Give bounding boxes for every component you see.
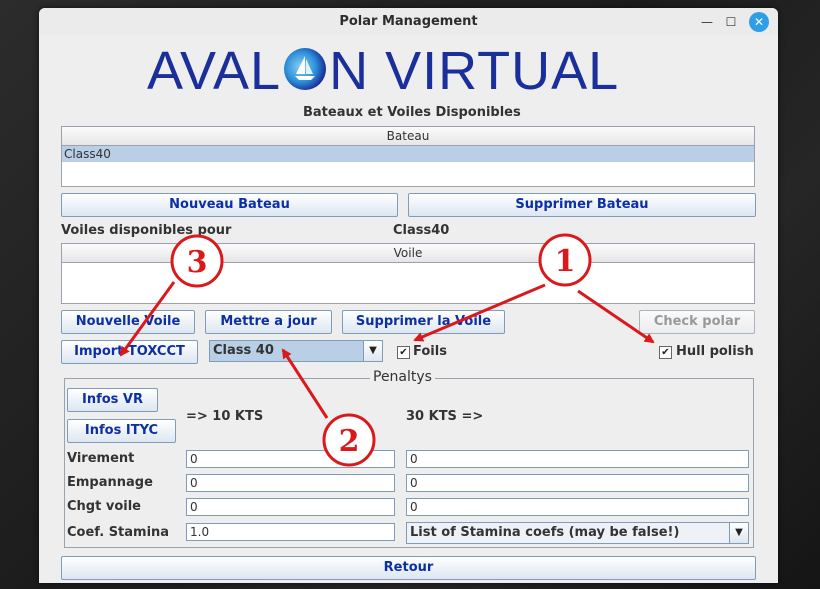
arrow-1-to-hull-polish bbox=[577, 289, 655, 344]
arrow-3-to-import bbox=[119, 281, 176, 357]
arrow-1-to-foils bbox=[413, 283, 546, 342]
marker-2-number: 2 bbox=[339, 424, 360, 459]
marker-3-number: 3 bbox=[187, 245, 208, 280]
marker-1-number: 1 bbox=[555, 244, 576, 279]
annotation-overlay: 1 2 3 bbox=[119, 233, 655, 467]
arrow-2-to-class-select bbox=[281, 348, 329, 419]
